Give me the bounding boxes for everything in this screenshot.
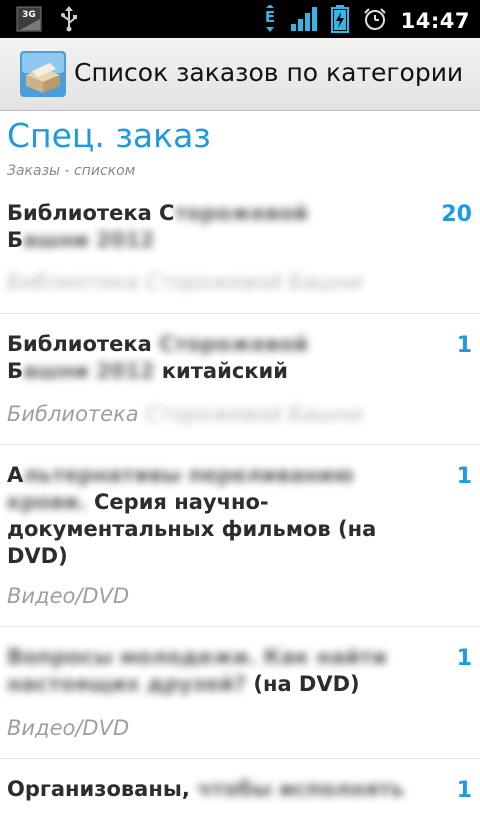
order-category: Видео/DVD <box>7 584 130 608</box>
clock: 14:47 <box>400 9 470 33</box>
list-item[interactable]: Библиотека Сторожевой Башни 2012 20 Библ… <box>0 186 480 314</box>
order-count: 1 <box>456 778 472 803</box>
signal-bars-icon <box>290 7 317 35</box>
order-category: Библиотека Сторожевой Башни <box>7 270 363 294</box>
order-category: Библиотека Сторожевой Башни <box>7 402 363 426</box>
order-title: Альтернативы переливанию крови. Серия на… <box>7 463 377 568</box>
title-bar: Список заказов по категории <box>0 38 480 111</box>
order-title: Вопросы молодежи. Как найти настоящих др… <box>7 645 387 696</box>
order-count: 20 <box>441 202 472 227</box>
order-count: 1 <box>456 333 472 358</box>
alarm-icon <box>363 7 387 35</box>
order-title: Библиотека Сторожевой Башни 2012 <box>7 201 309 252</box>
section-title: Спец. заказ <box>7 116 211 155</box>
list-item[interactable]: Организованы, чтобы исполнять 1 <box>0 759 480 819</box>
order-count: 1 <box>456 646 472 671</box>
orders-list: Библиотека Сторожевой Башни 2012 20 Библ… <box>0 186 480 819</box>
battery-charging-icon <box>330 5 349 37</box>
list-item[interactable]: Альтернативы переливанию крови. Серия на… <box>0 445 480 627</box>
usb-icon <box>60 6 78 36</box>
status-bar: 3G E 14:47 <box>0 0 480 38</box>
list-item[interactable]: Вопросы молодежи. Как найти настоящих др… <box>0 627 480 759</box>
data-e-icon: E <box>263 4 277 37</box>
svg-text:E: E <box>265 8 275 26</box>
section-subtitle: Заказы - списком <box>7 163 136 179</box>
order-title: Организованы, чтобы исполнять <box>7 777 405 801</box>
box-icon <box>20 51 66 97</box>
3g-signal-icon: 3G <box>16 6 42 36</box>
app-title: Список заказов по категории <box>74 58 464 87</box>
order-category: Видео/DVD <box>7 716 130 740</box>
svg-text:3G: 3G <box>22 10 36 20</box>
order-count: 1 <box>456 464 472 489</box>
order-title: Библиотека Сторожевой Башни 2012 китайск… <box>7 332 309 383</box>
list-item[interactable]: Библиотека Сторожевой Башни 2012 китайск… <box>0 314 480 445</box>
